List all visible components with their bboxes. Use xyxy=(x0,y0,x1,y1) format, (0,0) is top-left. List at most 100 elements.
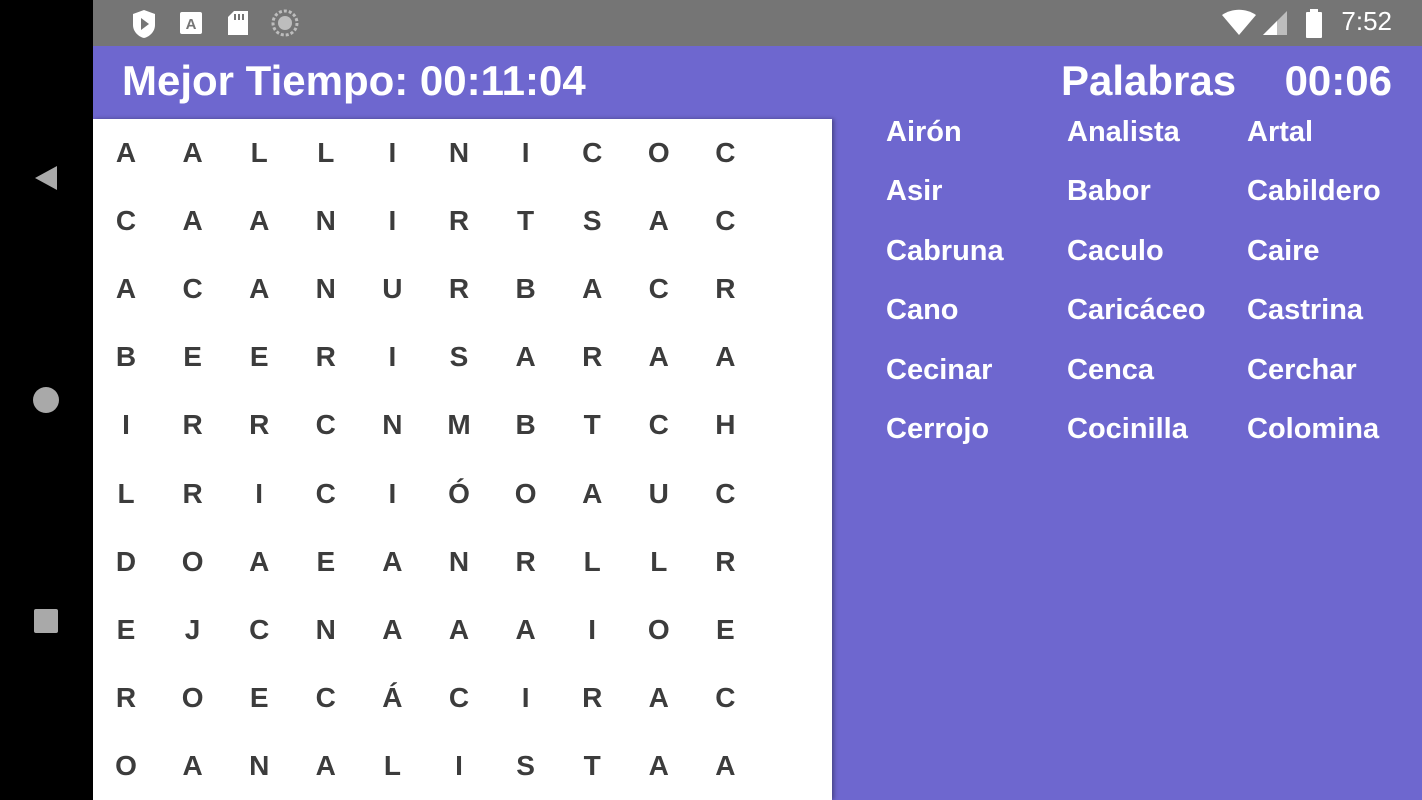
grid-cell[interactable]: I xyxy=(434,750,484,782)
back-button[interactable] xyxy=(22,154,70,202)
grid-cell[interactable]: B xyxy=(501,273,551,305)
grid-cell[interactable]: A xyxy=(301,750,351,782)
grid-cell[interactable]: A xyxy=(634,682,684,714)
grid-cell[interactable]: R xyxy=(700,273,750,305)
grid-cell[interactable]: I xyxy=(367,478,417,510)
grid-cell[interactable]: T xyxy=(501,205,551,237)
grid-cell[interactable]: R xyxy=(501,546,551,578)
grid-cell[interactable]: N xyxy=(301,614,351,646)
grid-cell[interactable]: N xyxy=(434,137,484,169)
grid-cell[interactable]: N xyxy=(434,546,484,578)
grid-cell[interactable]: E xyxy=(234,341,284,373)
grid-cell[interactable]: R xyxy=(700,546,750,578)
grid-cell[interactable]: E xyxy=(234,682,284,714)
grid-cell[interactable]: A xyxy=(434,614,484,646)
grid-cell[interactable]: M xyxy=(434,409,484,441)
grid-cell[interactable]: R xyxy=(168,478,218,510)
grid-cell[interactable]: N xyxy=(367,409,417,441)
grid-cell[interactable]: L xyxy=(634,546,684,578)
grid-cell[interactable]: C xyxy=(434,682,484,714)
grid-cell[interactable]: A xyxy=(168,137,218,169)
grid-cell[interactable]: O xyxy=(501,478,551,510)
grid-cell[interactable]: L xyxy=(567,546,617,578)
grid-cell[interactable]: R xyxy=(168,409,218,441)
grid-cell[interactable]: O xyxy=(168,682,218,714)
grid-cell[interactable]: A xyxy=(168,205,218,237)
grid-cell[interactable]: I xyxy=(367,205,417,237)
grid-cell[interactable]: L xyxy=(101,478,151,510)
grid-cell[interactable]: B xyxy=(501,409,551,441)
grid-cell[interactable]: C xyxy=(234,614,284,646)
grid-cell[interactable]: L xyxy=(367,750,417,782)
grid-cell[interactable]: R xyxy=(434,205,484,237)
grid-cell[interactable]: O xyxy=(101,750,151,782)
grid-cell[interactable]: N xyxy=(301,205,351,237)
grid-cell[interactable]: D xyxy=(101,546,151,578)
grid-cell[interactable]: I xyxy=(501,137,551,169)
grid-cell[interactable]: I xyxy=(234,478,284,510)
grid-cell[interactable]: A xyxy=(101,137,151,169)
grid-cell[interactable]: L xyxy=(301,137,351,169)
grid-cell[interactable]: A xyxy=(700,750,750,782)
grid-cell[interactable]: R xyxy=(567,682,617,714)
grid-cell[interactable]: Ó xyxy=(434,478,484,510)
grid-cell[interactable]: A xyxy=(634,205,684,237)
grid-cell[interactable]: A xyxy=(367,546,417,578)
grid-cell[interactable]: O xyxy=(634,614,684,646)
grid-cell[interactable]: O xyxy=(168,546,218,578)
grid-cell[interactable]: A xyxy=(634,341,684,373)
grid-cell[interactable]: A xyxy=(567,478,617,510)
grid-cell[interactable]: C xyxy=(301,409,351,441)
grid-cell[interactable]: B xyxy=(101,341,151,373)
grid-cell[interactable]: U xyxy=(367,273,417,305)
grid-cell[interactable]: N xyxy=(234,750,284,782)
grid-cell[interactable]: H xyxy=(700,409,750,441)
grid-cell[interactable]: T xyxy=(567,750,617,782)
recent-apps-button[interactable] xyxy=(22,597,70,645)
grid-cell[interactable]: I xyxy=(567,614,617,646)
grid-cell[interactable]: S xyxy=(501,750,551,782)
grid-cell[interactable]: A xyxy=(501,614,551,646)
grid-cell[interactable]: C xyxy=(101,205,151,237)
grid-cell[interactable]: Á xyxy=(367,682,417,714)
grid-cell[interactable]: A xyxy=(567,273,617,305)
grid-cell[interactable]: A xyxy=(234,546,284,578)
grid-cell[interactable]: A xyxy=(101,273,151,305)
grid-cell[interactable]: C xyxy=(700,682,750,714)
grid-cell[interactable]: I xyxy=(101,409,151,441)
grid-cell[interactable]: E xyxy=(168,341,218,373)
grid-cell[interactable]: C xyxy=(634,273,684,305)
grid-cell[interactable]: C xyxy=(168,273,218,305)
grid-cell[interactable]: C xyxy=(301,478,351,510)
grid-cell[interactable]: R xyxy=(101,682,151,714)
grid-cell[interactable]: R xyxy=(567,341,617,373)
grid-cell[interactable]: C xyxy=(301,682,351,714)
grid-cell[interactable]: A xyxy=(168,750,218,782)
grid-cell[interactable]: C xyxy=(700,205,750,237)
grid-cell[interactable]: N xyxy=(301,273,351,305)
grid-cell[interactable]: A xyxy=(367,614,417,646)
grid-cell[interactable]: E xyxy=(101,614,151,646)
grid-cell[interactable]: A xyxy=(700,341,750,373)
grid-cell[interactable]: E xyxy=(301,546,351,578)
grid-cell[interactable]: O xyxy=(634,137,684,169)
grid-cell[interactable]: U xyxy=(634,478,684,510)
grid-cell[interactable]: L xyxy=(234,137,284,169)
grid-cell[interactable]: J xyxy=(168,614,218,646)
grid-cell[interactable]: I xyxy=(367,137,417,169)
grid-cell[interactable]: A xyxy=(234,205,284,237)
grid-cell[interactable]: I xyxy=(501,682,551,714)
home-button[interactable] xyxy=(22,376,70,424)
grid-cell[interactable]: C xyxy=(634,409,684,441)
grid-cell[interactable]: A xyxy=(234,273,284,305)
word-search-grid[interactable]: AALLINICOCCAANIRTSACACANURBACRBEERISARAA… xyxy=(93,119,832,800)
grid-cell[interactable]: R xyxy=(301,341,351,373)
grid-cell[interactable]: S xyxy=(434,341,484,373)
grid-cell[interactable]: R xyxy=(234,409,284,441)
grid-cell[interactable]: C xyxy=(567,137,617,169)
grid-cell[interactable]: A xyxy=(501,341,551,373)
grid-cell[interactable]: S xyxy=(567,205,617,237)
grid-cell[interactable]: C xyxy=(700,478,750,510)
grid-cell[interactable]: T xyxy=(567,409,617,441)
grid-cell[interactable]: C xyxy=(700,137,750,169)
